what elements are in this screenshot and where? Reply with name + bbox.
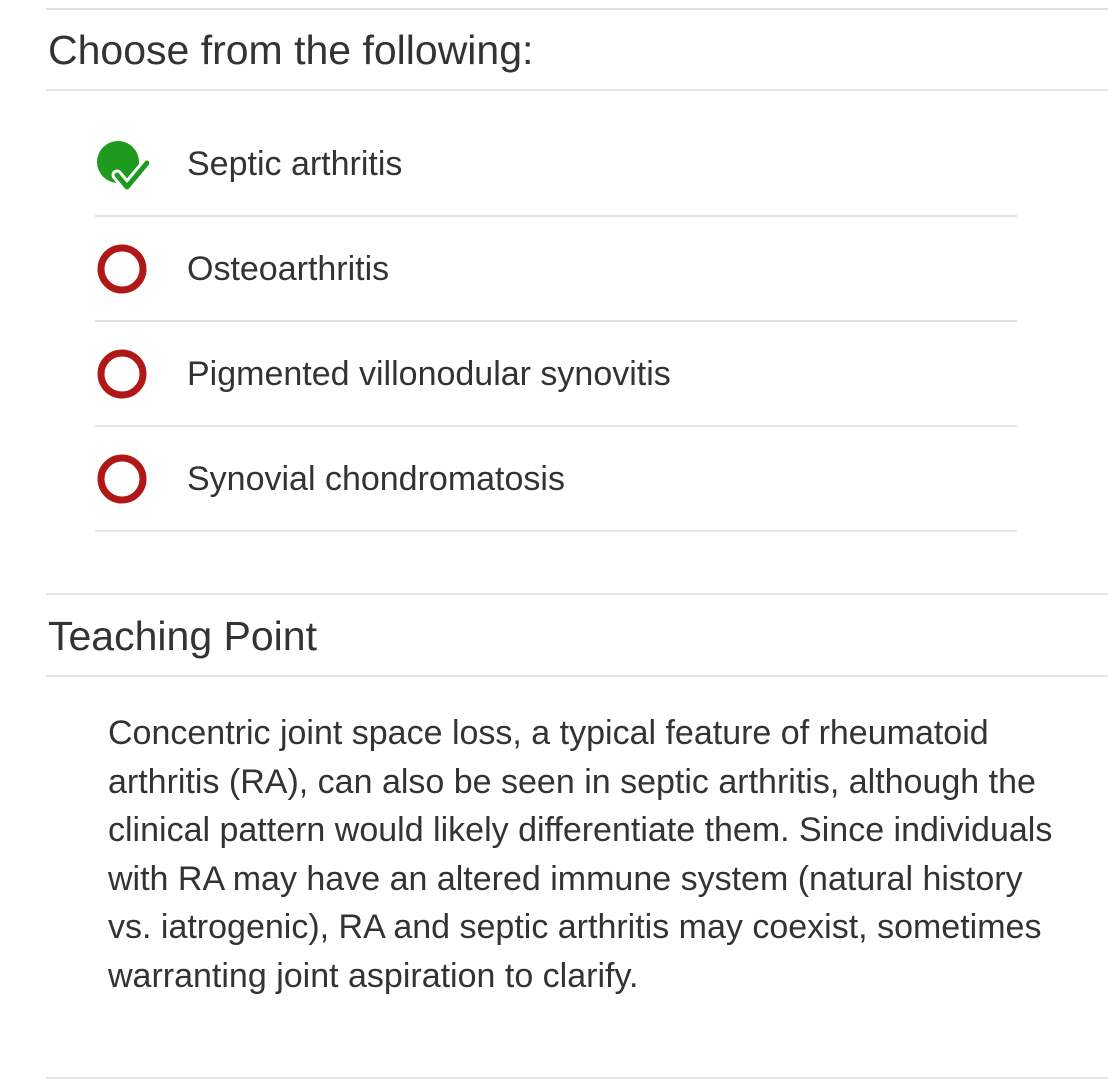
answer-choice-label: Pigmented villonodular synovitis [187,354,671,393]
answer-choice-septic-arthritis[interactable]: Septic arthritis [95,112,1017,217]
teaching-point-top-divider [46,593,1108,595]
teaching-point-text: Concentric joint space loss, a typical f… [108,714,1053,995]
teaching-point-heading-divider [46,675,1108,677]
teaching-point-heading: Teaching Point [48,613,317,659]
incorrect-ring-icon [95,452,149,506]
answer-choice-label: Osteoarthritis [187,249,390,288]
incorrect-ring-icon [95,347,149,401]
bottom-divider [46,1077,1108,1079]
answer-choice-osteoarthritis[interactable]: Osteoarthritis [95,217,1017,322]
incorrect-ring-icon [95,242,149,296]
correct-check-icon [95,137,153,192]
answer-choice-label: Synovial chondromatosis [187,459,565,498]
top-divider [46,8,1108,10]
answer-choice-pigmented-villonodular-synovitis[interactable]: Pigmented villonodular synovitis [95,322,1017,427]
answer-choice-label: Septic arthritis [187,144,403,183]
answer-choice-synovial-chondromatosis[interactable]: Synovial chondromatosis [95,427,1017,532]
answer-choices-list: Septic arthritis Osteoarthritis Pigmente… [95,112,1017,532]
choices-heading-divider [46,89,1108,91]
choices-heading: Choose from the following: [48,27,534,73]
